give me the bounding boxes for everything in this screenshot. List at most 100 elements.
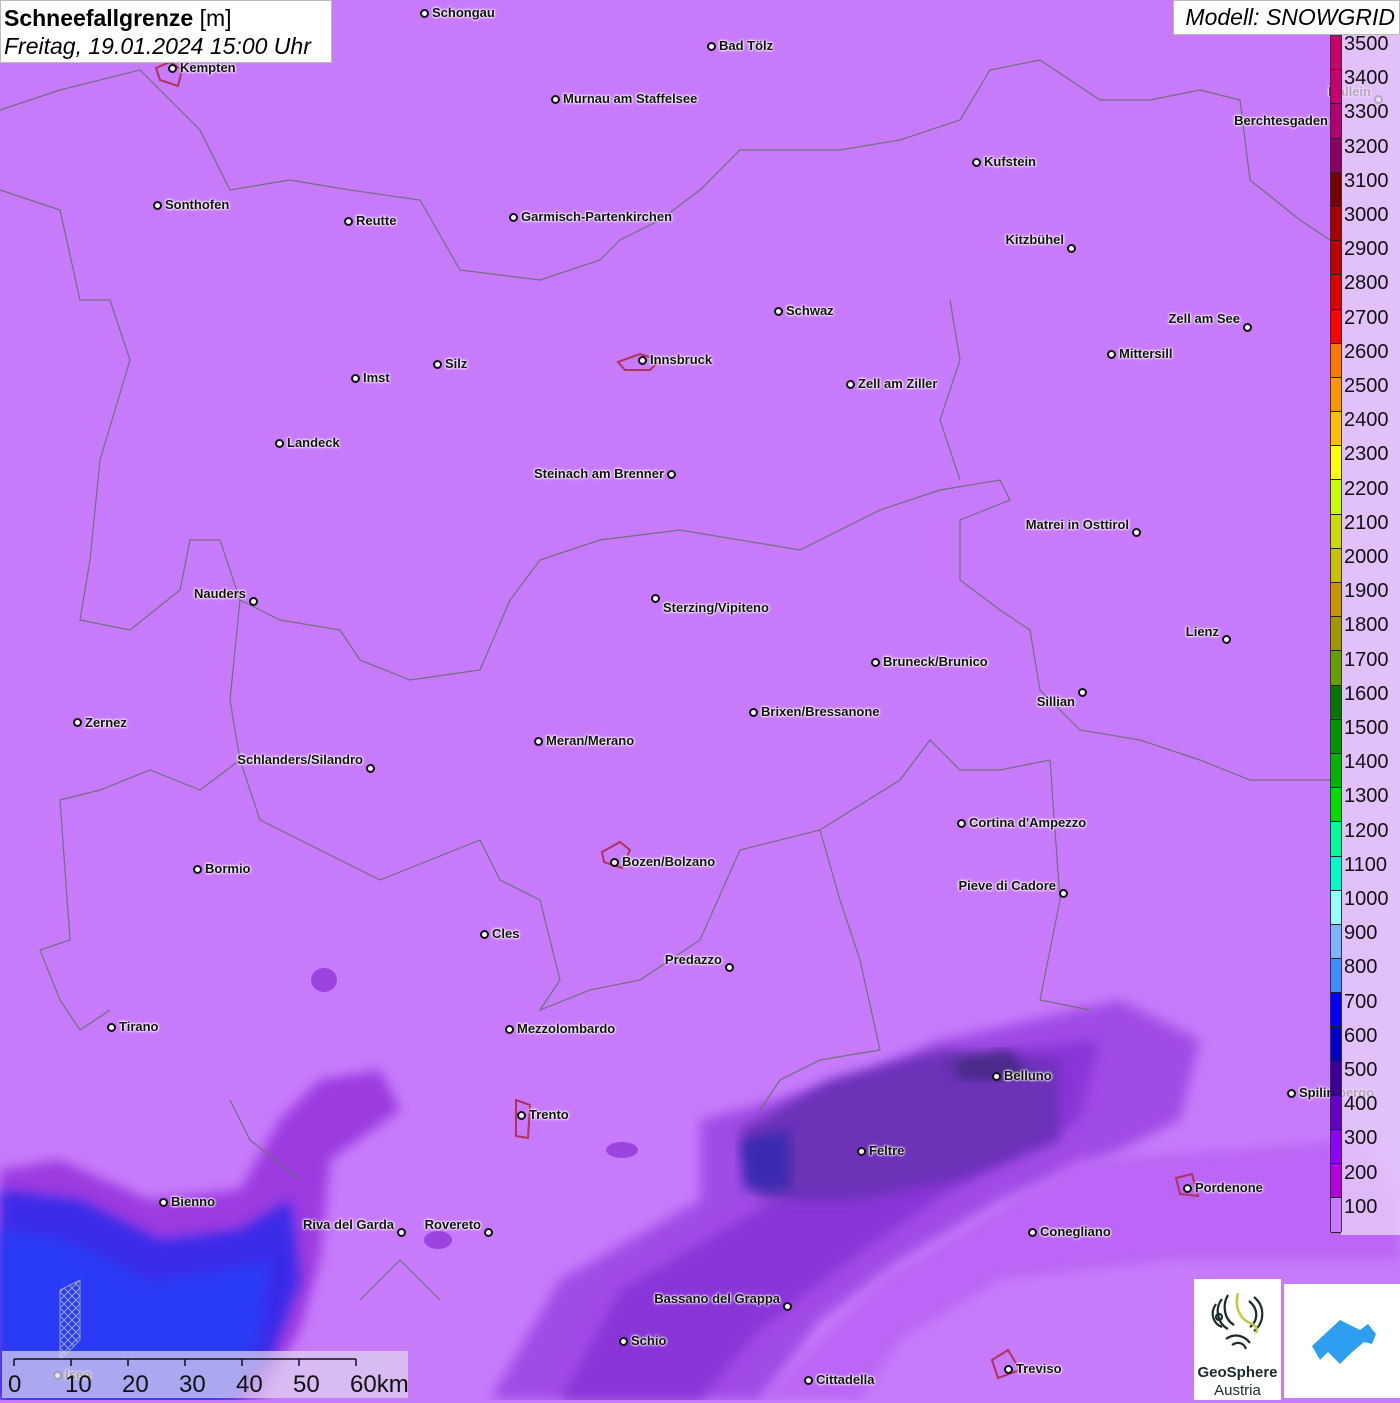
legend-label: 1000 bbox=[1344, 888, 1389, 910]
city-label: Pieve di Cadore bbox=[958, 878, 1056, 893]
legend-swatch bbox=[1331, 1027, 1341, 1062]
legend-label: 700 bbox=[1344, 990, 1378, 1013]
city-dot bbox=[748, 707, 758, 717]
legend-label: 1200 bbox=[1344, 819, 1389, 842]
city-dot bbox=[508, 212, 518, 222]
city-label: Belluno bbox=[1004, 1068, 1052, 1083]
city-dot bbox=[365, 763, 375, 773]
geosphere-logo: GeoSphere Austria bbox=[1194, 1279, 1281, 1400]
city-dot bbox=[1221, 634, 1231, 644]
legend-label: 2000 bbox=[1344, 546, 1389, 568]
legend-label: 200 bbox=[1344, 1161, 1378, 1184]
legend-label: 600 bbox=[1344, 1024, 1378, 1047]
city-label: Sillian bbox=[1036, 694, 1075, 709]
city-dot bbox=[1058, 888, 1068, 898]
city-dot bbox=[637, 355, 647, 365]
legend-swatch bbox=[1331, 1095, 1341, 1130]
city-label: Imst bbox=[363, 370, 390, 385]
scale-tick-label: 10 bbox=[65, 1371, 92, 1398]
city-dot bbox=[1106, 349, 1116, 359]
legend-label: 300 bbox=[1344, 1127, 1378, 1150]
city-label: Kitzbühel bbox=[1005, 232, 1065, 247]
legend-label: 500 bbox=[1344, 1059, 1378, 1081]
city-dot bbox=[550, 94, 560, 104]
legend-swatch bbox=[1331, 446, 1341, 481]
legend-swatch bbox=[1331, 70, 1341, 105]
city-dot bbox=[1066, 243, 1076, 253]
legend-label: 1600 bbox=[1344, 682, 1389, 705]
city-dot bbox=[248, 596, 258, 606]
city-label: Reutte bbox=[356, 213, 397, 228]
city-dot bbox=[782, 1301, 792, 1311]
scale-tick-label: 60km bbox=[350, 1371, 409, 1398]
legend-swatch bbox=[1331, 412, 1341, 447]
city-dot bbox=[1027, 1227, 1037, 1237]
geosphere-logo-icon bbox=[1211, 1292, 1264, 1350]
city-label: Bienno bbox=[171, 1194, 216, 1209]
legend-label: 2200 bbox=[1344, 477, 1389, 500]
city-label: Bozen/Bolzano bbox=[622, 854, 716, 869]
city-label: Rovereto bbox=[424, 1217, 481, 1232]
city-label: Meran/Merano bbox=[546, 733, 635, 748]
map-datetime: Freitag, 19.01.2024 15:00 Uhr bbox=[4, 33, 311, 59]
city-dot bbox=[192, 864, 202, 874]
city-dot bbox=[504, 1024, 514, 1034]
mountain-cloud-icon bbox=[1312, 1320, 1376, 1364]
geosphere-logo-subtext: Austria bbox=[1214, 1382, 1261, 1399]
legend-swatch bbox=[1331, 651, 1341, 686]
legend-label: 3500 bbox=[1344, 33, 1389, 55]
legend-label: 1500 bbox=[1344, 717, 1389, 739]
legend-swatch bbox=[1331, 1198, 1341, 1233]
city-label: Schongau bbox=[432, 5, 495, 20]
title-box: Schneefallgrenze [m] Freitag, 19.01.2024… bbox=[0, 0, 332, 63]
city-dot bbox=[706, 41, 716, 51]
city-label: Murnau am Staffelsee bbox=[563, 91, 698, 106]
city-dot bbox=[167, 63, 177, 73]
city-dot bbox=[956, 818, 966, 828]
city-label: Riva del Garda bbox=[302, 1217, 394, 1232]
city-dot bbox=[666, 469, 676, 479]
legend-label: 1300 bbox=[1344, 785, 1389, 808]
legend-label: 2500 bbox=[1344, 375, 1389, 397]
legend-label: 2800 bbox=[1344, 272, 1389, 295]
city-label: Matrei in Osttirol bbox=[1025, 517, 1129, 532]
legend-label: 1100 bbox=[1344, 853, 1388, 876]
city-label: Trento bbox=[529, 1107, 569, 1122]
city-label: Schio bbox=[631, 1333, 667, 1348]
city-label: Innsbruck bbox=[650, 352, 713, 367]
legend-swatch bbox=[1331, 241, 1341, 276]
city-dot bbox=[106, 1022, 116, 1032]
city-label: Steinach am Brenner bbox=[533, 466, 664, 481]
scale-tick-label: 30 bbox=[179, 1371, 206, 1398]
map-unit: [m] bbox=[199, 5, 232, 31]
legend-swatch bbox=[1331, 172, 1341, 207]
legend-swatch bbox=[1331, 480, 1341, 515]
legend-label: 2100 bbox=[1344, 511, 1389, 534]
city-dot bbox=[991, 1071, 1001, 1081]
legend-swatch bbox=[1331, 206, 1341, 242]
city-label: Berchtesgaden bbox=[1234, 113, 1328, 128]
legend-label: 900 bbox=[1344, 922, 1378, 945]
legend-swatch bbox=[1331, 685, 1341, 720]
legend-swatch bbox=[1331, 959, 1341, 994]
legend-swatch bbox=[1331, 36, 1341, 71]
city-label: Landeck bbox=[287, 435, 340, 450]
city-label: Bad Tölz bbox=[719, 38, 774, 53]
city-label: Brixen/Bressanone bbox=[761, 704, 880, 719]
model-label: Modell: SNOWGRID bbox=[1173, 0, 1400, 35]
scale-tick-label: 20 bbox=[122, 1371, 149, 1398]
city-dot bbox=[971, 157, 981, 167]
city-label: Zernez bbox=[85, 715, 127, 730]
city-label: Mezzolombardo bbox=[517, 1021, 616, 1036]
scale-tick-label: 40 bbox=[236, 1371, 263, 1398]
legend-swatch bbox=[1331, 275, 1341, 310]
city-label: Predazzo bbox=[664, 952, 722, 967]
legend-label: 2300 bbox=[1344, 443, 1389, 466]
legend-swatch bbox=[1331, 856, 1341, 891]
city-dot bbox=[516, 1110, 526, 1120]
legend-swatch bbox=[1331, 514, 1341, 549]
city-dot bbox=[845, 379, 855, 389]
legend-swatch bbox=[1331, 1130, 1341, 1165]
legend-swatch bbox=[1331, 309, 1341, 344]
city-dot bbox=[724, 962, 734, 972]
